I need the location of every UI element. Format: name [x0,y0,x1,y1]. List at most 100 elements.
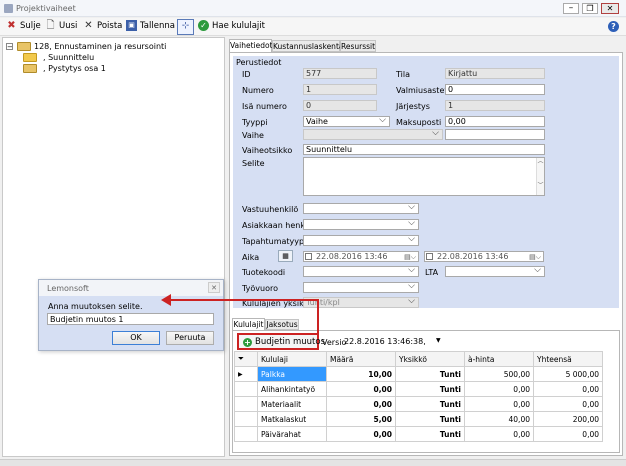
table-row[interactable]: ▶ Palkka 10,00 Tunti 500,00 5 000,00 [234,366,603,382]
minimize-button[interactable]: – [563,3,579,14]
start-date-field[interactable]: 22.08.2016 13:46 ▤⌵ [303,251,419,262]
product-code-select[interactable] [303,266,419,277]
phase-title-field[interactable]: Suunnittelu [303,144,545,155]
completion-label: Valmiusaste% [396,86,452,95]
version-value: 22.8.2016 13:46:38, [344,337,426,346]
type-select[interactable]: Vaihe [303,116,390,127]
customer-contact-select[interactable] [303,219,419,230]
total-cell[interactable]: 0,00 [533,426,603,442]
payment-label: Maksuposti [396,118,442,127]
row-selector[interactable] [234,411,258,427]
responsible-select[interactable] [303,203,419,214]
column-header[interactable]: Yhteensä [533,351,603,367]
tree-panel: − 128, Ennustaminen ja resursointi , Suu… [2,37,225,457]
check-circle-icon: ✓ [198,20,209,31]
unit-price-cell[interactable]: 0,00 [464,396,534,412]
column-header[interactable]: Määrä [326,351,396,367]
save-icon: ▣ [126,20,137,31]
cost-type-cell[interactable]: Materiaalit [257,396,327,412]
cost-type-cell[interactable]: Alihankintatyö [257,381,327,397]
order-label: Järjestys [396,102,430,111]
quantity-cell[interactable]: 0,00 [326,381,396,397]
tab-kustannuslaskenta[interactable]: Kustannuslaskenta [272,40,344,52]
unit-cell[interactable]: Tunti [395,426,465,442]
start-date-checkbox[interactable] [305,253,312,260]
annotation-arrow [161,294,319,334]
toolbar: ✖ Sulje 🗋 Uusi ✕ Poista ▣ Tallenna ⊹ ✓ Hae ku… [0,18,626,36]
app-icon [4,4,13,13]
title-bar: Projektivaiheet – ❐ ✕ [0,0,626,17]
quantity-cell[interactable]: 0,00 [326,396,396,412]
tab-vaihetiedot[interactable]: Vaihetiedot [229,39,273,52]
row-selector-header[interactable]: ⏷ [234,351,258,367]
row-selector[interactable] [234,381,258,397]
column-header[interactable]: Yksikkö [395,351,465,367]
tab-label: Vaihetiedot [230,41,273,50]
id-field: 577 [303,68,377,79]
unit-cell[interactable]: Tunti [395,396,465,412]
completion-field[interactable]: 0 [445,84,545,95]
quantity-cell[interactable]: 10,00 [326,366,396,382]
dialog-prompt: Anna muutoksen selite. [48,302,143,311]
unit-price-cell[interactable]: 500,00 [464,366,534,382]
table-row[interactable]: Matkalaskut 5,00 Tunti 40,00 200,00 [234,411,603,427]
delete-button[interactable]: ✕ Poista [83,18,122,34]
quantity-cell[interactable]: 5,00 [326,411,396,427]
table-row[interactable]: Päivärahat 0,00 Tunti 0,00 0,00 [234,426,603,442]
quantity-cell[interactable]: 0,00 [326,426,396,442]
fetch-cost-types-button[interactable]: ✓ Hae kululajit [198,18,265,34]
phase-select[interactable] [303,129,443,140]
new-label: Uusi [59,21,78,31]
unit-cell[interactable]: Tunti [395,366,465,382]
description-textarea[interactable]: ︿ ﹀ [303,157,545,196]
restore-button[interactable]: ❐ [582,3,598,14]
hierarchy-icon: ⊹ [181,21,190,31]
end-date-field[interactable]: 22.08.2016 13:46 ▤⌵ [424,251,544,262]
help-icon[interactable]: ? [608,21,619,32]
lta-label: LTA [425,268,439,277]
total-cell[interactable]: 0,00 [533,381,603,397]
row-selector[interactable] [234,426,258,442]
save-button[interactable]: ▣ Tallenna [126,18,175,34]
column-header[interactable]: Kululaji [257,351,327,367]
save-label: Tallenna [140,21,175,31]
cost-type-cell[interactable]: Matkalaskut [257,411,327,427]
payment-field[interactable]: 0,00 [445,116,545,127]
date-picker-icon[interactable]: ▤⌵ [529,252,541,261]
calendar-button[interactable]: ▦ [278,250,293,262]
tab-label: Kustannuslaskenta [273,42,344,51]
cost-type-cell[interactable]: Päivärahat [257,426,327,442]
close-button[interactable]: ✖ Sulje [6,18,40,34]
hierarchy-button[interactable]: ⊹ [177,19,194,35]
delete-label: Poista [97,21,123,31]
total-cell[interactable]: 5 000,00 [533,366,603,382]
total-cell[interactable]: 200,00 [533,411,603,427]
tab-resurssit[interactable]: Resurssit [340,40,376,52]
column-header[interactable]: à-hinta [464,351,534,367]
bottom-scrollbar[interactable] [0,459,626,466]
end-date-checkbox[interactable] [426,253,433,260]
close-window-button[interactable]: ✕ [601,3,619,14]
table-row[interactable]: Materiaalit 0,00 Tunti 0,00 0,00 [234,396,603,412]
new-button[interactable]: 🗋 Uusi [45,18,77,34]
date-picker-icon[interactable]: ▤⌵ [404,252,416,261]
unit-price-cell[interactable]: 0,00 [464,426,534,442]
ok-button[interactable]: OK [112,331,160,345]
unit-price-cell[interactable]: 0,00 [464,381,534,397]
event-type-select[interactable] [303,235,419,246]
version-select[interactable]: 22.8.2016 13:46:38, ▼ [344,336,444,347]
row-selector[interactable]: ▶ [234,366,258,382]
lta-select[interactable] [445,266,545,277]
chevron-down-icon: ▼ [436,337,441,344]
scrollbar[interactable]: ︿ ﹀ [536,158,544,195]
parent-number-label: Isä numero [242,102,287,111]
row-selector[interactable] [234,396,258,412]
unit-price-cell[interactable]: 40,00 [464,411,534,427]
number-label: Numero [242,86,274,95]
cost-type-cell[interactable]: Palkka [257,366,327,382]
total-cell[interactable]: 0,00 [533,396,603,412]
unit-cell[interactable]: Tunti [395,381,465,397]
table-row[interactable]: Alihankintatyö 0,00 Tunti 0,00 0,00 [234,381,603,397]
unit-cell[interactable]: Tunti [395,411,465,427]
phase-extra-field[interactable] [445,129,545,140]
